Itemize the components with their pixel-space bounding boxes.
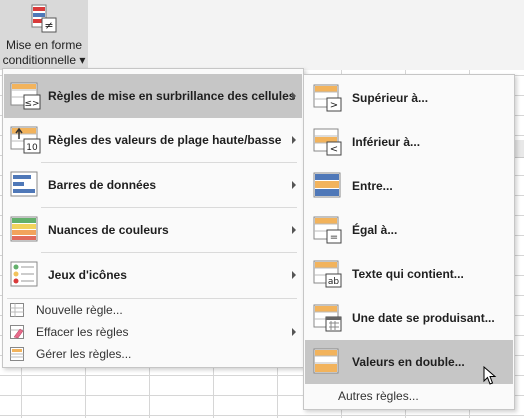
svg-text:=: = (330, 232, 338, 243)
submenu-item-label: Une date se produisant... (352, 311, 495, 325)
submenu-arrow-icon (292, 271, 296, 279)
highlight-rules-submenu: > Supérieur à... < Inférieur à... Entre.… (303, 74, 515, 410)
less-than-icon: < (313, 128, 342, 156)
data-bars-icon (10, 171, 38, 197)
menu-item-clear-rules[interactable]: Effacer les règles (4, 321, 302, 343)
submenu-arrow-icon (292, 328, 296, 336)
menu-item-label: Gérer les règles... (36, 347, 132, 361)
color-scales-icon (10, 216, 38, 242)
submenu-item-less-than[interactable]: < Inférieur à... (305, 120, 513, 164)
submenu-arrow-icon (292, 226, 296, 234)
menu-item-data-bars[interactable]: Barres de données (4, 163, 302, 207)
new-rule-icon (10, 303, 24, 317)
svg-text:10: 10 (26, 143, 38, 153)
submenu-item-label: Texte qui contient... (352, 267, 464, 281)
menu-item-label: Règles de mise en surbrillance des cellu… (48, 89, 296, 103)
menu-item-label: Nouvelle règle... (36, 303, 123, 317)
svg-text:>: > (330, 100, 338, 111)
submenu-arrow-icon (292, 92, 296, 100)
manage-rules-icon (10, 347, 24, 361)
date-occurring-icon (313, 304, 342, 332)
menu-item-label: Effacer les règles (36, 325, 129, 339)
submenu-item-date-occurring[interactable]: Une date se produisant... (305, 296, 513, 340)
submenu-arrow-icon (292, 136, 296, 144)
between-icon (313, 172, 341, 198)
submenu-item-label: Entre... (352, 179, 393, 193)
submenu-item-equal-to[interactable]: = Égal à... (305, 208, 513, 252)
menu-item-top-bottom-rules[interactable]: 10 Règles des valeurs de plage haute/bas… (4, 118, 302, 162)
submenu-item-label: Valeurs en double... (352, 355, 465, 369)
conditional-formatting-button[interactable]: ≠ Mise en forme conditionnelle ▾ (0, 0, 88, 70)
svg-text:<: < (330, 144, 338, 155)
submenu-item-text-contains[interactable]: ab Texte qui contient... (305, 252, 513, 296)
icon-sets-icon (10, 261, 38, 287)
svg-text:ab: ab (328, 277, 340, 287)
submenu-item-duplicate-values[interactable]: Valeurs en double... (305, 340, 513, 384)
submenu-item-greater-than[interactable]: > Supérieur à... (305, 76, 513, 120)
menu-item-color-scales[interactable]: Nuances de couleurs (4, 208, 302, 252)
highlight-rules-icon: ≤> (10, 82, 41, 110)
svg-text:≤>: ≤> (24, 99, 39, 109)
menu-item-label: Barres de données (48, 178, 157, 192)
mouse-cursor-icon (483, 366, 497, 385)
ribbon-button-label-line1: Mise en forme (5, 38, 83, 52)
menu-item-label: Jeux d'icônes (48, 268, 127, 282)
top-bottom-rules-icon: 10 (10, 126, 41, 154)
menu-item-label: Règles des valeurs de plage haute/basse (48, 133, 282, 147)
greater-than-icon: > (313, 84, 342, 112)
submenu-item-label: Supérieur à... (352, 91, 429, 105)
equal-to-icon: = (313, 216, 342, 244)
menu-item-label: Nuances de couleurs (48, 223, 169, 237)
submenu-item-between[interactable]: Entre... (305, 164, 513, 208)
ribbon-button-label-line2: conditionnelle ▾ (2, 53, 86, 67)
submenu-arrow-icon (292, 181, 296, 189)
conditional-formatting-icon: ≠ (31, 4, 57, 33)
clear-rules-icon (10, 325, 24, 339)
conditional-formatting-menu: ≤> Règles de mise en surbrillance des ce… (2, 68, 304, 368)
more-rules-link[interactable]: Autres règles... (338, 386, 419, 406)
menu-item-manage-rules[interactable]: Gérer les règles... (4, 343, 302, 365)
menu-item-highlight-cell-rules[interactable]: ≤> Règles de mise en surbrillance des ce… (4, 74, 302, 118)
text-contains-icon: ab (313, 260, 342, 288)
svg-text:≠: ≠ (44, 19, 53, 32)
submenu-item-label: Égal à... (352, 223, 398, 237)
duplicate-values-icon (313, 348, 339, 374)
menu-item-new-rule[interactable]: Nouvelle règle... (4, 299, 302, 321)
submenu-item-label: Inférieur à... (352, 135, 421, 149)
menu-item-icon-sets[interactable]: Jeux d'icônes (4, 253, 302, 297)
